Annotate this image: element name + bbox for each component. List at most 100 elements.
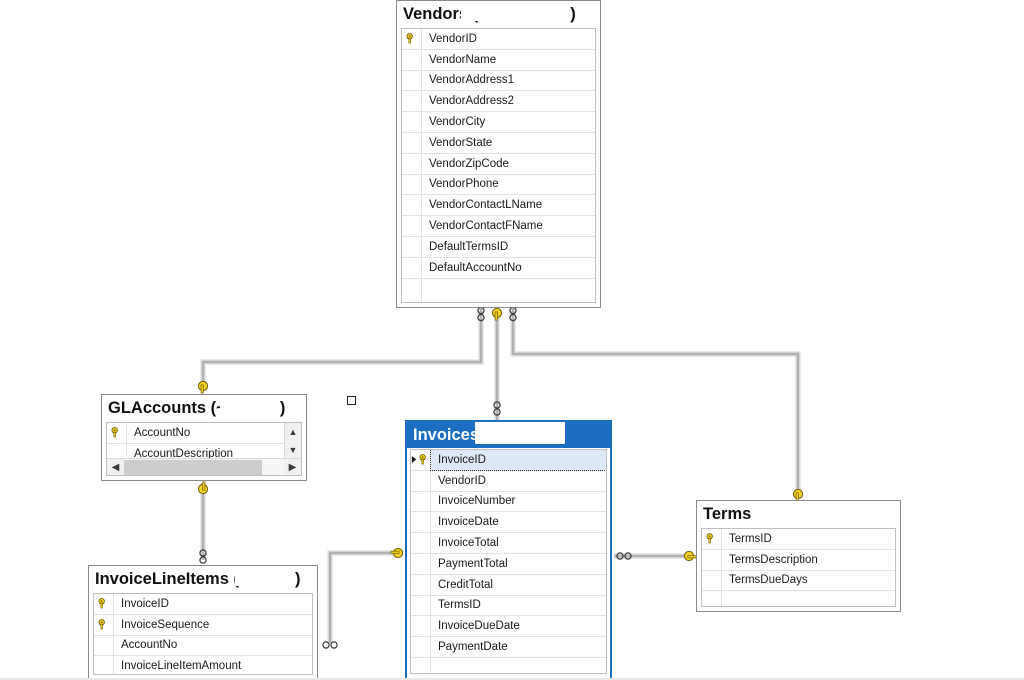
- table-row[interactable]: DefaultTermsID: [402, 236, 595, 258]
- table-glaccounts[interactable]: GLAccounts (~) AccountNo AccountDescript…: [101, 394, 307, 481]
- row-key-cell: [402, 216, 422, 236]
- table-row[interactable]: VendorState: [402, 132, 595, 154]
- table-vendors-title-suffix: ): [570, 5, 576, 23]
- redacted-title-region: [475, 422, 565, 444]
- column-name: PaymentDate: [438, 641, 508, 654]
- table-row[interactable]: VendorContactFName: [402, 216, 595, 237]
- chevron-down-icon[interactable]: ▼: [285, 441, 301, 458]
- table-terms[interactable]: Terms TermsID TermsDescription TermsDueD…: [696, 500, 901, 612]
- column-name: InvoiceNumber: [438, 495, 516, 508]
- table-row[interactable]: VendorID: [402, 29, 595, 50]
- column-name: VendorState: [429, 136, 493, 149]
- chevron-up-icon[interactable]: ▲: [285, 423, 301, 440]
- key-icon: [706, 533, 713, 544]
- row-key-cell: [411, 616, 431, 637]
- row-key-cell: [402, 257, 422, 278]
- row-key-cell: [402, 70, 422, 91]
- table-row[interactable]: TermsID: [702, 529, 895, 550]
- table-terms-title: Terms: [703, 505, 752, 523]
- table-invoicelineitems-header[interactable]: InvoiceLineItems (): [89, 566, 317, 592]
- table-row[interactable]: VendorAddress2: [402, 91, 595, 113]
- table-row[interactable]: VendorName: [402, 49, 595, 71]
- hscroll-track[interactable]: [124, 458, 284, 475]
- row-key-cell: [402, 29, 422, 49]
- table-empty-row[interactable]: [402, 278, 595, 302]
- row-key-cell: [94, 635, 114, 656]
- table-row[interactable]: PaymentDate: [411, 637, 606, 658]
- table-row[interactable]: InvoiceDate: [411, 512, 606, 534]
- column-name: VendorAddress1: [429, 74, 515, 87]
- table-invoices[interactable]: Invoices InvoiceID VendorID InvoiceNumbe…: [405, 420, 612, 680]
- row-key-cell: [411, 657, 431, 673]
- canvas-marker: [347, 396, 356, 405]
- column-name: PaymentTotal: [438, 557, 508, 570]
- column-name: InvoiceSequence: [121, 618, 210, 631]
- table-vendors-header[interactable]: Vendors (): [397, 1, 600, 27]
- column-name: VendorName: [429, 53, 497, 66]
- redacted-title-region: [220, 397, 272, 415]
- table-row-current[interactable]: InvoiceID: [411, 450, 606, 471]
- table-terms-columns[interactable]: TermsID TermsDescription TermsDueDays: [701, 528, 896, 607]
- row-key-cell: [411, 533, 431, 553]
- table-row[interactable]: InvoiceSequence: [94, 614, 312, 636]
- row-key-cell: [411, 637, 431, 657]
- chevron-right-icon[interactable]: ▶: [284, 459, 301, 476]
- table-row[interactable]: VendorZipCode: [402, 153, 595, 175]
- row-key-cell: [411, 450, 431, 470]
- table-invoicelineitems-columns[interactable]: InvoiceID InvoiceSequence AccountNo Invo…: [93, 593, 313, 675]
- table-row[interactable]: VendorAddress1: [402, 70, 595, 92]
- table-row[interactable]: VendorContactLName: [402, 195, 595, 217]
- row-key-cell: [411, 574, 431, 595]
- column-name: VendorZipCode: [429, 157, 509, 170]
- row-key-cell: [94, 656, 114, 674]
- table-invoicelineitems-title: InvoiceLineItems (: [95, 570, 239, 588]
- table-empty-row[interactable]: [411, 657, 606, 673]
- row-key-cell: [402, 174, 422, 195]
- table-row[interactable]: CreditTotal: [411, 574, 606, 596]
- row-key-cell: [402, 236, 422, 257]
- table-row[interactable]: VendorCity: [402, 112, 595, 133]
- column-name: InvoiceID: [121, 597, 169, 610]
- column-name: VendorPhone: [429, 178, 499, 191]
- table-vendors[interactable]: Vendors () VendorID VendorName VendorAdd…: [396, 0, 601, 308]
- column-name: TermsID: [438, 599, 481, 612]
- table-row[interactable]: InvoiceNumber: [411, 491, 606, 513]
- table-invoices-columns[interactable]: InvoiceID VendorID InvoiceNumber Invoice…: [410, 449, 607, 674]
- table-row[interactable]: VendorID: [411, 470, 606, 492]
- column-name: TermsID: [729, 532, 772, 545]
- row-key-cell: [107, 423, 127, 443]
- key-icon: [98, 598, 105, 609]
- column-name: DefaultAccountNo: [429, 261, 522, 274]
- table-row[interactable]: PaymentTotal: [411, 553, 606, 575]
- table-row[interactable]: InvoiceTotal: [411, 533, 606, 554]
- key-icon: [419, 454, 426, 465]
- table-row[interactable]: VendorPhone: [402, 174, 595, 196]
- row-key-cell: [402, 278, 422, 302]
- diagram-canvas[interactable]: Vendors () VendorID VendorName VendorAdd…: [0, 0, 1024, 680]
- table-row[interactable]: InvoiceID: [94, 594, 312, 615]
- table-empty-row[interactable]: [702, 591, 895, 606]
- glaccounts-vertical-scrollbar[interactable]: ▲ ▼: [284, 423, 301, 458]
- table-glaccounts-columns[interactable]: AccountNo AccountDescription ▲ ▼ ◀ ▶: [106, 422, 302, 476]
- table-row[interactable]: InvoiceDueDate: [411, 616, 606, 638]
- table-row[interactable]: AccountDescription: [107, 443, 284, 458]
- row-key-cell: [702, 549, 722, 570]
- table-row[interactable]: TermsID: [411, 595, 606, 617]
- key-icon: [98, 619, 105, 630]
- chevron-left-icon[interactable]: ◀: [107, 459, 124, 476]
- table-vendors-columns[interactable]: VendorID VendorName VendorAddress1 Vendo…: [401, 28, 596, 303]
- row-key-cell: [402, 195, 422, 216]
- table-row[interactable]: AccountNo: [107, 423, 284, 444]
- table-invoices-header[interactable]: Invoices: [407, 422, 610, 448]
- table-terms-header[interactable]: Terms: [697, 501, 900, 527]
- table-glaccounts-header[interactable]: GLAccounts (~): [102, 395, 306, 421]
- hscroll-thumb[interactable]: [124, 459, 262, 475]
- table-row[interactable]: DefaultAccountNo: [402, 257, 595, 279]
- row-key-cell: [411, 491, 431, 512]
- table-row[interactable]: AccountNo: [94, 635, 312, 657]
- glaccounts-horizontal-scrollbar[interactable]: ◀ ▶: [107, 458, 301, 475]
- table-invoicelineitems[interactable]: InvoiceLineItems () InvoiceID InvoiceSeq…: [88, 565, 318, 680]
- table-row[interactable]: TermsDueDays: [702, 570, 895, 592]
- table-row[interactable]: TermsDescription: [702, 549, 895, 571]
- table-row[interactable]: InvoiceLineItemAmount: [94, 656, 312, 674]
